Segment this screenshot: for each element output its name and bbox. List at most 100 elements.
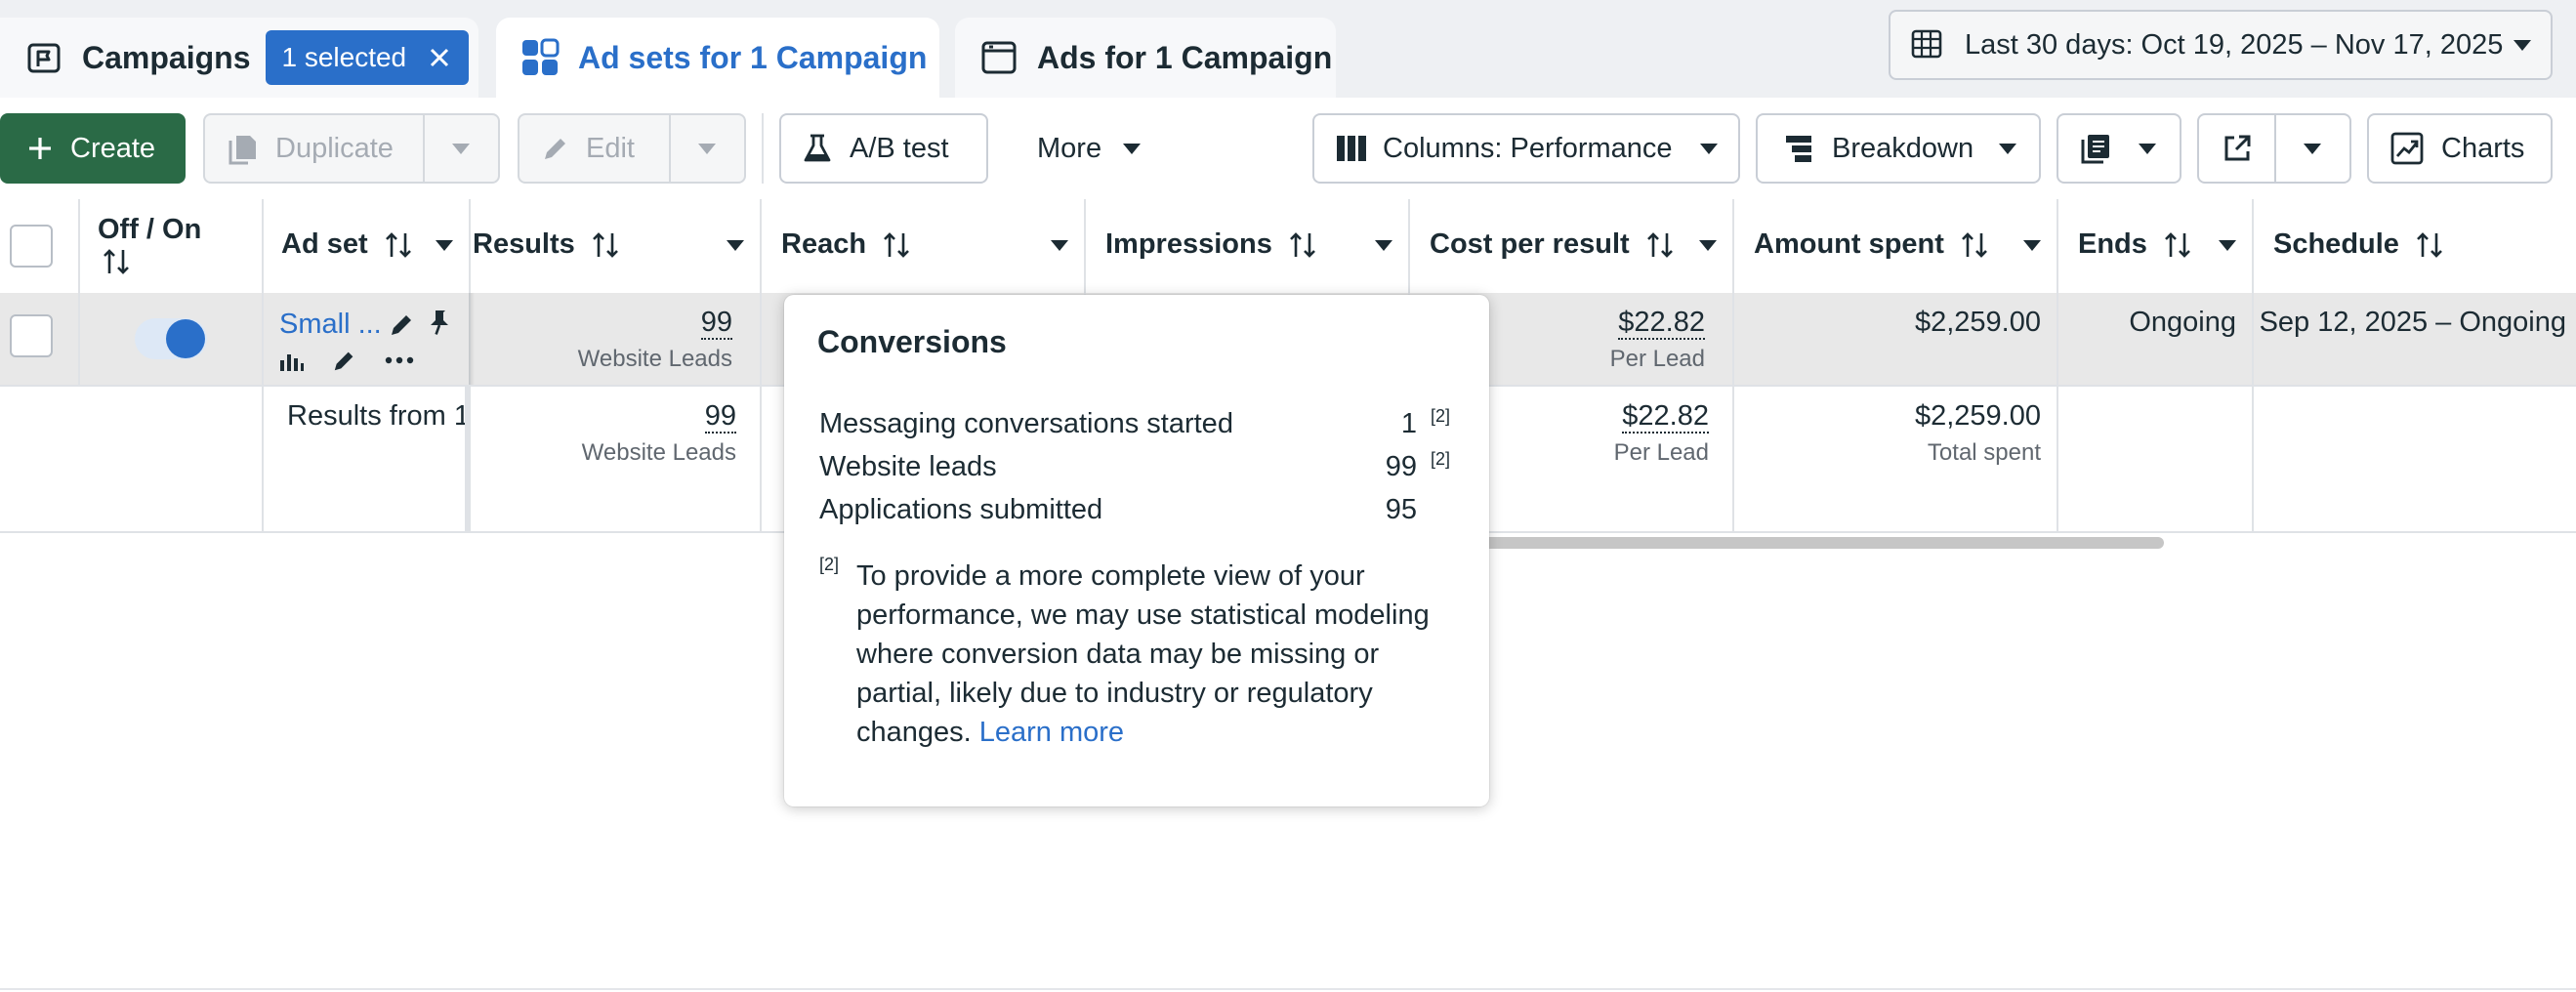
tooltip-footnote-text: To provide a more complete view of your … bbox=[856, 560, 1430, 748]
chevron-down-icon bbox=[2139, 143, 2156, 154]
summary-cost-value[interactable]: $22.82 bbox=[1622, 400, 1709, 434]
breakdown-label: Breakdown bbox=[1832, 132, 1974, 164]
tab-campaigns[interactable]: Campaigns 1 selected bbox=[0, 18, 478, 98]
header-ends-label: Ends bbox=[2078, 228, 2147, 260]
sort-icon bbox=[1288, 231, 1317, 259]
chevron-down-icon[interactable] bbox=[1375, 240, 1392, 251]
reports-icon bbox=[2080, 133, 2113, 164]
sort-icon bbox=[384, 231, 413, 259]
ad-frame-icon bbox=[978, 37, 1019, 78]
chevron-down-icon[interactable] bbox=[2023, 240, 2041, 251]
campaign-flag-icon bbox=[23, 37, 64, 78]
row-checkbox[interactable] bbox=[10, 314, 53, 357]
tooltip-row-footnote: [2] bbox=[1430, 406, 1450, 426]
chart-icon bbox=[2390, 132, 2424, 165]
tooltip-row-value: 99 bbox=[1385, 451, 1417, 482]
table-header-row: Off / On Ad set Results Reach Impression… bbox=[0, 199, 2576, 295]
summary-results-value[interactable]: 99 bbox=[704, 400, 736, 434]
tooltip-row-value: 95 bbox=[1385, 494, 1417, 525]
chevron-down-icon[interactable] bbox=[1699, 240, 1717, 251]
pin-icon[interactable] bbox=[426, 309, 453, 338]
edit-button[interactable]: Edit bbox=[519, 115, 669, 182]
chevron-down-icon[interactable] bbox=[436, 240, 453, 251]
export-button[interactable] bbox=[2199, 115, 2274, 182]
date-range-picker[interactable]: Last 30 days: Oct 19, 2025 – Nov 17, 202… bbox=[1889, 10, 2553, 80]
duplicate-dropdown[interactable] bbox=[425, 115, 498, 182]
selected-count-label: 1 selected bbox=[281, 42, 407, 72]
tab-ads[interactable]: Ads for 1 Campaign bbox=[955, 18, 1336, 98]
more-button[interactable]: More bbox=[1016, 113, 1162, 184]
results-value[interactable]: 99 bbox=[700, 307, 732, 340]
header-impressions[interactable]: Impressions bbox=[1086, 199, 1410, 293]
edit-dropdown[interactable] bbox=[671, 115, 744, 182]
date-range-label: Last 30 days: Oct 19, 2025 – Nov 17, 202… bbox=[1965, 28, 2504, 61]
chevron-down-icon[interactable] bbox=[2219, 240, 2236, 251]
header-ends[interactable]: Ends bbox=[2058, 199, 2254, 293]
header-ad-set[interactable]: Ad set bbox=[264, 199, 471, 293]
pencil-icon bbox=[541, 134, 570, 163]
chevron-down-icon bbox=[1699, 143, 1718, 154]
export-icon bbox=[2223, 134, 2252, 163]
summary-label: Results from 1 bbox=[287, 400, 470, 432]
adsets-grid-icon bbox=[519, 37, 561, 78]
chevron-down-icon bbox=[1999, 143, 2017, 154]
sort-icon bbox=[102, 248, 131, 275]
tab-campaigns-label: Campaigns bbox=[82, 39, 251, 75]
header-amount-spent-label: Amount spent bbox=[1754, 228, 1944, 260]
reports-button[interactable] bbox=[2057, 113, 2181, 184]
header-amount-spent[interactable]: Amount spent bbox=[1734, 199, 2058, 293]
sort-icon bbox=[2415, 231, 2444, 259]
pencil-icon[interactable] bbox=[332, 348, 357, 373]
sort-icon bbox=[882, 231, 911, 259]
more-dots-icon[interactable] bbox=[385, 355, 414, 365]
selected-count-chip[interactable]: 1 selected bbox=[266, 30, 470, 85]
duplicate-button-group[interactable]: Duplicate bbox=[203, 113, 500, 184]
export-dropdown[interactable] bbox=[2276, 115, 2349, 182]
adset-name-link[interactable]: Small ... bbox=[279, 309, 382, 341]
bottom-divider bbox=[0, 988, 2576, 990]
chevron-down-icon[interactable] bbox=[1051, 240, 1068, 251]
ab-test-button[interactable]: A/B test bbox=[779, 113, 988, 184]
header-schedule[interactable]: Schedule bbox=[2254, 199, 2576, 293]
learn-more-link[interactable]: Learn more bbox=[979, 717, 1124, 748]
chevron-down-icon[interactable] bbox=[727, 240, 744, 251]
columns-button[interactable]: Columns: Performance bbox=[1312, 113, 1740, 184]
create-label: Create bbox=[70, 132, 156, 164]
header-ad-set-label: Ad set bbox=[281, 228, 368, 260]
charts-button[interactable]: Charts bbox=[2367, 113, 2553, 184]
chevron-down-icon bbox=[452, 143, 471, 154]
bar-chart-icon[interactable] bbox=[279, 349, 305, 372]
header-reach-label: Reach bbox=[781, 228, 867, 260]
breakdown-icon bbox=[1785, 134, 1814, 163]
close-icon[interactable] bbox=[426, 44, 453, 71]
create-button[interactable]: Create bbox=[0, 113, 186, 184]
cost-per-result-value[interactable]: $22.82 bbox=[1618, 307, 1705, 340]
pencil-icon[interactable] bbox=[389, 310, 416, 338]
header-cost-per-result-label: Cost per result bbox=[1430, 228, 1630, 260]
breakdown-button[interactable]: Breakdown bbox=[1756, 113, 2041, 184]
toolbar-divider bbox=[762, 113, 764, 184]
top-tab-bar: Campaigns 1 selected Ad sets for 1 Campa… bbox=[0, 0, 2576, 98]
header-off-on[interactable]: Off / On bbox=[80, 199, 264, 293]
chevron-down-icon bbox=[2514, 39, 2531, 51]
header-results-label: Results bbox=[473, 228, 575, 260]
chevron-down-icon bbox=[2304, 143, 2322, 154]
header-reach[interactable]: Reach bbox=[762, 199, 1086, 293]
edit-label: Edit bbox=[586, 132, 635, 164]
tooltip-row-label: Applications submitted bbox=[819, 494, 1103, 525]
duplicate-icon bbox=[227, 132, 258, 165]
header-results[interactable]: Results bbox=[471, 199, 762, 293]
duplicate-button[interactable]: Duplicate bbox=[205, 115, 423, 182]
tooltip-row-footnote: [2] bbox=[1430, 449, 1450, 469]
edit-button-group[interactable]: Edit bbox=[518, 113, 746, 184]
export-button-group[interactable] bbox=[2197, 113, 2351, 184]
horizontal-scrollbar[interactable] bbox=[1467, 537, 2164, 549]
plus-icon bbox=[27, 136, 53, 161]
schedule-value: Sep 12, 2025 – Ongoing bbox=[2259, 307, 2566, 338]
tab-adsets[interactable]: Ad sets for 1 Campaign bbox=[496, 18, 939, 98]
adset-toggle[interactable] bbox=[135, 318, 207, 359]
select-all-checkbox[interactable] bbox=[10, 225, 53, 268]
header-cost-per-result[interactable]: Cost per result bbox=[1410, 199, 1734, 293]
columns-label: Columns: Performance bbox=[1383, 132, 1673, 164]
columns-icon bbox=[1336, 134, 1367, 163]
